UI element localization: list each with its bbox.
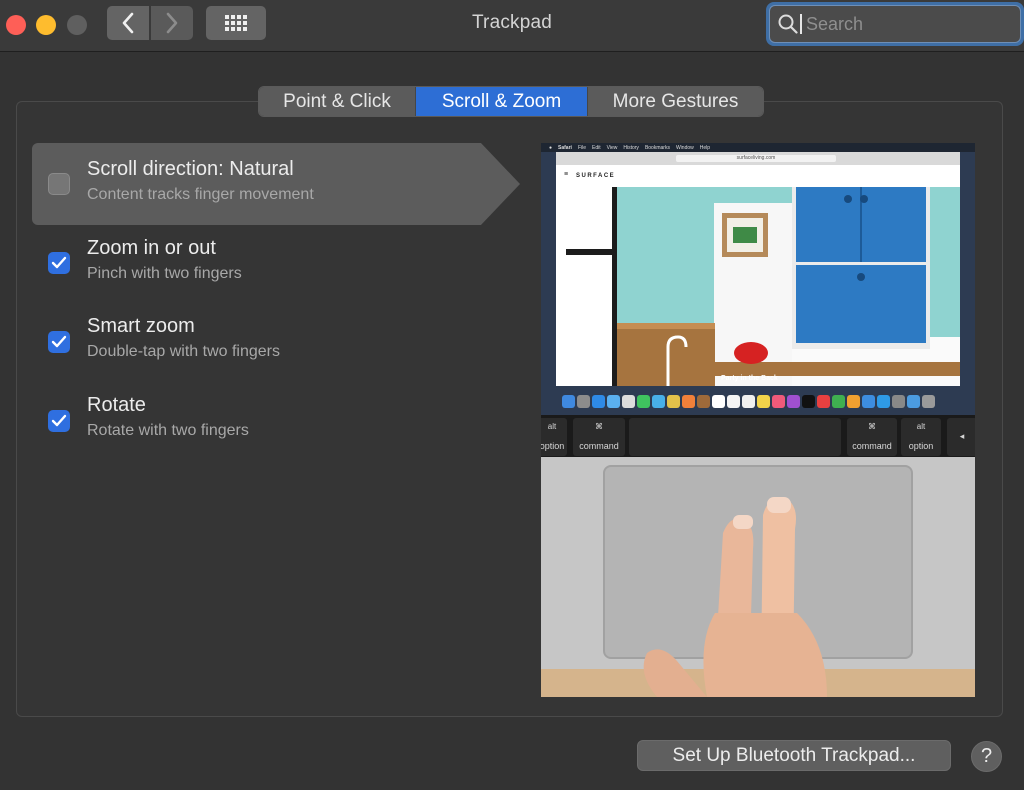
keynote-icon <box>862 394 875 408</box>
title-bar: Trackpad <box>0 0 1024 52</box>
stickies-icon <box>742 394 755 408</box>
option-title: Smart zoom <box>87 315 195 337</box>
reminders-icon <box>727 394 740 408</box>
checkmark-icon <box>51 414 67 427</box>
gesture-preview-video: ● Safari File Edit View History Bookmark… <box>541 143 975 697</box>
preview-browser-window: surfaceliving.com ≡ SURFACE <box>556 152 960 386</box>
music-icon <box>772 394 785 408</box>
text-caret <box>800 14 802 34</box>
help-button[interactable]: ? <box>971 741 1002 772</box>
preview-menu-item: Edit <box>592 144 601 151</box>
preview-menu-item: Bookmarks <box>644 144 670 151</box>
option-title: Rotate <box>87 394 146 416</box>
preview-menu-item: View <box>606 144 618 151</box>
tab-bar: Point & Click Scroll & Zoom More Gesture… <box>258 86 764 117</box>
search-icon <box>778 14 798 34</box>
apple-icon: ● <box>549 144 553 151</box>
preview-screen: ● Safari File Edit View History Bookmark… <box>541 143 975 415</box>
option-title: Scroll direction: Natural <box>87 158 294 180</box>
system-preferences-icon <box>892 394 905 408</box>
two-finger-hand-illustration <box>643 497 827 697</box>
mail-icon <box>607 394 620 408</box>
room-illustration <box>556 187 960 386</box>
preview-room-photo <box>556 187 960 386</box>
calendar-icon <box>712 394 725 408</box>
preview-menu-item: Help <box>699 144 711 151</box>
preview-key-command-left: ⌘ command <box>573 418 625 456</box>
zoom-checkbox[interactable] <box>48 252 70 274</box>
podcasts-icon <box>787 394 800 408</box>
facetime-icon <box>652 394 665 408</box>
scroll-direction-checkbox[interactable] <box>48 173 70 195</box>
launchpad-icon <box>577 394 590 408</box>
checkmark-icon <box>51 256 67 269</box>
messages-icon <box>637 394 650 408</box>
preview-menu-item: Safari <box>558 144 572 151</box>
search-field[interactable] <box>766 2 1024 46</box>
preview-dock <box>559 391 957 411</box>
preview-key-option-left: alt option <box>541 418 567 456</box>
pages-icon <box>847 394 860 408</box>
preview-keyboard: alt option ⌘ command ⌘ command alt optio… <box>541 415 975 457</box>
preview-key-space <box>629 418 841 456</box>
preview-url-bar: surfaceliving.com <box>556 152 960 165</box>
photos-icon <box>682 394 695 408</box>
option-smart-zoom[interactable]: Smart zoom Double-tap with two fingers <box>32 304 520 386</box>
preview-site-brand: SURFACE <box>576 173 616 179</box>
preview-menu-item: File <box>577 144 586 151</box>
contacts-icon <box>622 394 635 408</box>
safari-icon <box>592 394 605 408</box>
preview-url: surfaceliving.com <box>676 155 836 162</box>
preview-site-header: ≡ SURFACE <box>556 165 960 187</box>
tv-icon <box>802 394 815 408</box>
hamburger-icon: ≡ <box>564 171 570 178</box>
option-subtitle: Pinch with two fingers <box>87 265 242 282</box>
downloads-folder-icon <box>907 394 920 408</box>
numbers-icon <box>832 394 845 408</box>
option-title: Zoom in or out <box>87 237 216 259</box>
notes-icon <box>697 394 710 408</box>
rotate-checkbox[interactable] <box>48 410 70 432</box>
tab-scroll-and-zoom[interactable]: Scroll & Zoom <box>416 87 588 116</box>
option-scroll-direction[interactable]: Scroll direction: Natural Content tracks… <box>32 143 520 225</box>
preview-key-arrow-left: ◂ <box>947 418 975 456</box>
finder-icon <box>562 394 575 408</box>
preview-key-command-right: ⌘ command <box>847 418 897 456</box>
preview-menu-item: History <box>623 144 639 151</box>
option-rotate[interactable]: Rotate Rotate with two fingers <box>32 383 520 465</box>
checkmark-icon <box>51 335 67 348</box>
preview-caption: Party in the Back <box>721 375 778 382</box>
preview-menubar: ● Safari File Edit View History Bookmark… <box>541 143 975 152</box>
set-up-bluetooth-trackpad-button[interactable]: Set Up Bluetooth Trackpad... <box>637 740 951 771</box>
app-store-icon <box>877 394 890 408</box>
maps-icon <box>667 394 680 408</box>
smart-zoom-checkbox[interactable] <box>48 331 70 353</box>
news-icon <box>817 394 830 408</box>
notes-app-icon <box>757 394 770 408</box>
option-subtitle: Content tracks finger movement <box>87 186 314 203</box>
trash-icon <box>922 394 935 408</box>
option-zoom[interactable]: Zoom in or out Pinch with two fingers <box>32 225 520 307</box>
option-subtitle: Rotate with two fingers <box>87 422 249 439</box>
tab-point-and-click[interactable]: Point & Click <box>259 87 416 116</box>
preview-menu-item: Window <box>675 144 694 151</box>
option-subtitle: Double-tap with two fingers <box>87 343 280 360</box>
preview-key-option-right: alt option <box>901 418 941 456</box>
search-input[interactable] <box>806 13 1006 35</box>
tab-more-gestures[interactable]: More Gestures <box>588 87 763 116</box>
search-box[interactable] <box>769 5 1021 43</box>
